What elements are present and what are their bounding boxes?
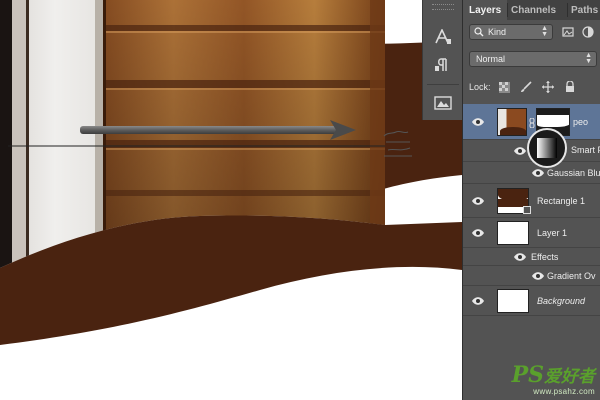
character-icon[interactable] [431,26,455,48]
filter-pixel-icon[interactable] [561,25,575,39]
tab-paths[interactable]: Paths [571,0,600,20]
lock-transparent-icon[interactable] [497,80,511,94]
image-adjust-icon[interactable] [431,92,455,114]
filter-kind-label: Kind [488,27,507,37]
layer-name: Smart F [571,145,600,155]
visibility-eye-icon[interactable] [513,146,527,156]
effects-row[interactable]: Effects [463,248,600,266]
watermark-chinese: 爱好者 [544,367,595,387]
layer-name: Gaussian Blu [547,168,600,178]
paragraph-icon[interactable] [431,54,455,76]
filter-adjustment-icon[interactable] [581,25,595,39]
document-canvas[interactable] [0,0,462,400]
layer-thumbnail [497,108,527,136]
panel-tool-strip [422,0,463,120]
lock-all-icon[interactable] [563,80,577,94]
layer-name: Gradient Ov [547,271,596,281]
visibility-eye-icon[interactable] [471,228,485,238]
visibility-eye-icon[interactable] [513,252,527,262]
layer-name: Layer 1 [537,228,568,238]
site-watermark: PS爱好者 www.psahz.com [512,362,595,396]
canvas-artwork [0,0,462,345]
layer-name: Effects [531,252,559,262]
layer-thumbnail [497,289,529,313]
layer-row-layer-1[interactable]: Layer 1 [463,218,600,248]
blend-mode-value: Normal [476,54,506,64]
visibility-eye-icon[interactable] [471,117,485,127]
layer-row-smart-filters[interactable]: Smart F [463,128,600,168]
search-icon [474,27,484,39]
layer-name: peo [573,117,589,127]
link-chain-icon [529,117,535,130]
lock-label: Lock: [469,82,491,92]
watermark-brand: PS [511,362,544,388]
layer-row-background[interactable]: Background [463,286,600,316]
layer-name: Background [537,296,586,306]
tab-layers[interactable]: Layers [463,0,507,20]
lock-paint-brush-icon[interactable] [519,80,533,94]
layer-row-rectangle-1[interactable]: Rectangle 1 [463,184,600,218]
visibility-eye-icon[interactable] [531,271,545,281]
layer-thumbnail [497,221,529,245]
blend-mode-select[interactable]: Normal ▲ ▼ [469,51,597,67]
panel-grip[interactable] [432,4,454,10]
stepper-arrows-icon: ▲ ▼ [541,25,548,38]
panel-tab-bar: Layers Channels Paths [463,0,600,20]
layers-panel: Layers Channels Paths Kind ▲ ▼ Normal ▲ ▼ … [462,0,600,400]
watermark-url: www.psahz.com [533,387,595,396]
visibility-eye-icon[interactable] [471,296,485,306]
lock-move-icon[interactable] [541,80,555,94]
layer-name: Rectangle 1 [537,196,586,206]
vector-mask-icon [523,206,531,216]
filter-row-gaussian-blur[interactable]: Gaussian Blu [463,162,600,184]
visibility-eye-icon[interactable] [531,168,545,178]
effect-row-gradient-overlay[interactable]: Gradient Ov [463,266,600,286]
stepper-arrows-icon: ▲ ▼ [585,52,592,65]
visibility-eye-icon[interactable] [471,196,485,206]
filter-kind-select[interactable]: Kind ▲ ▼ [469,24,553,40]
tab-channels[interactable]: Channels [511,0,567,20]
